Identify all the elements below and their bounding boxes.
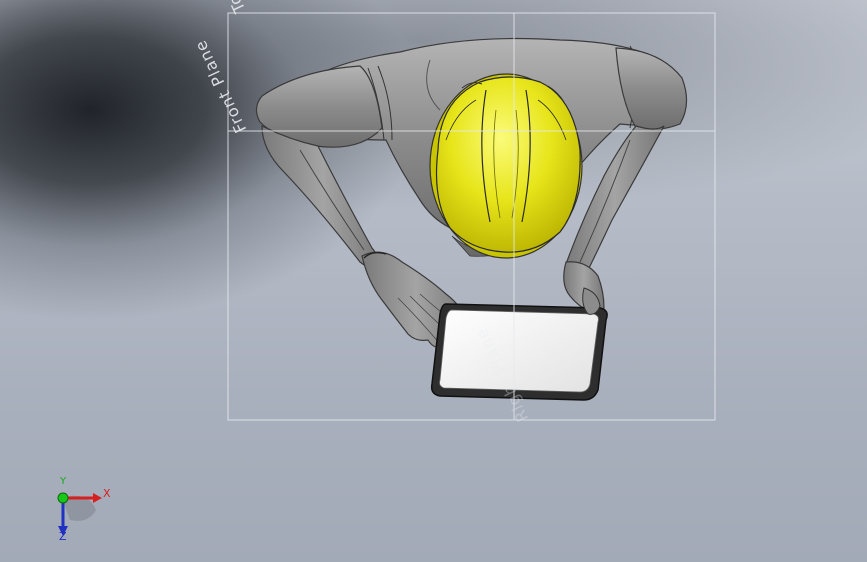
tablet[interactable] [430, 303, 608, 401]
reference-triad[interactable]: X Y Z [48, 476, 118, 550]
graphics-viewport[interactable]: Top Plane Front Plane Right Plane X Y Z [0, 0, 867, 562]
triad-x-label: X [103, 487, 111, 500]
triad-y-label: Y [60, 476, 67, 487]
model-worker[interactable] [0, 0, 867, 562]
axis-y [57, 492, 69, 504]
hard-hat[interactable] [429, 73, 583, 259]
triad-z-label: Z [59, 530, 67, 543]
tablet-screen [439, 309, 599, 393]
